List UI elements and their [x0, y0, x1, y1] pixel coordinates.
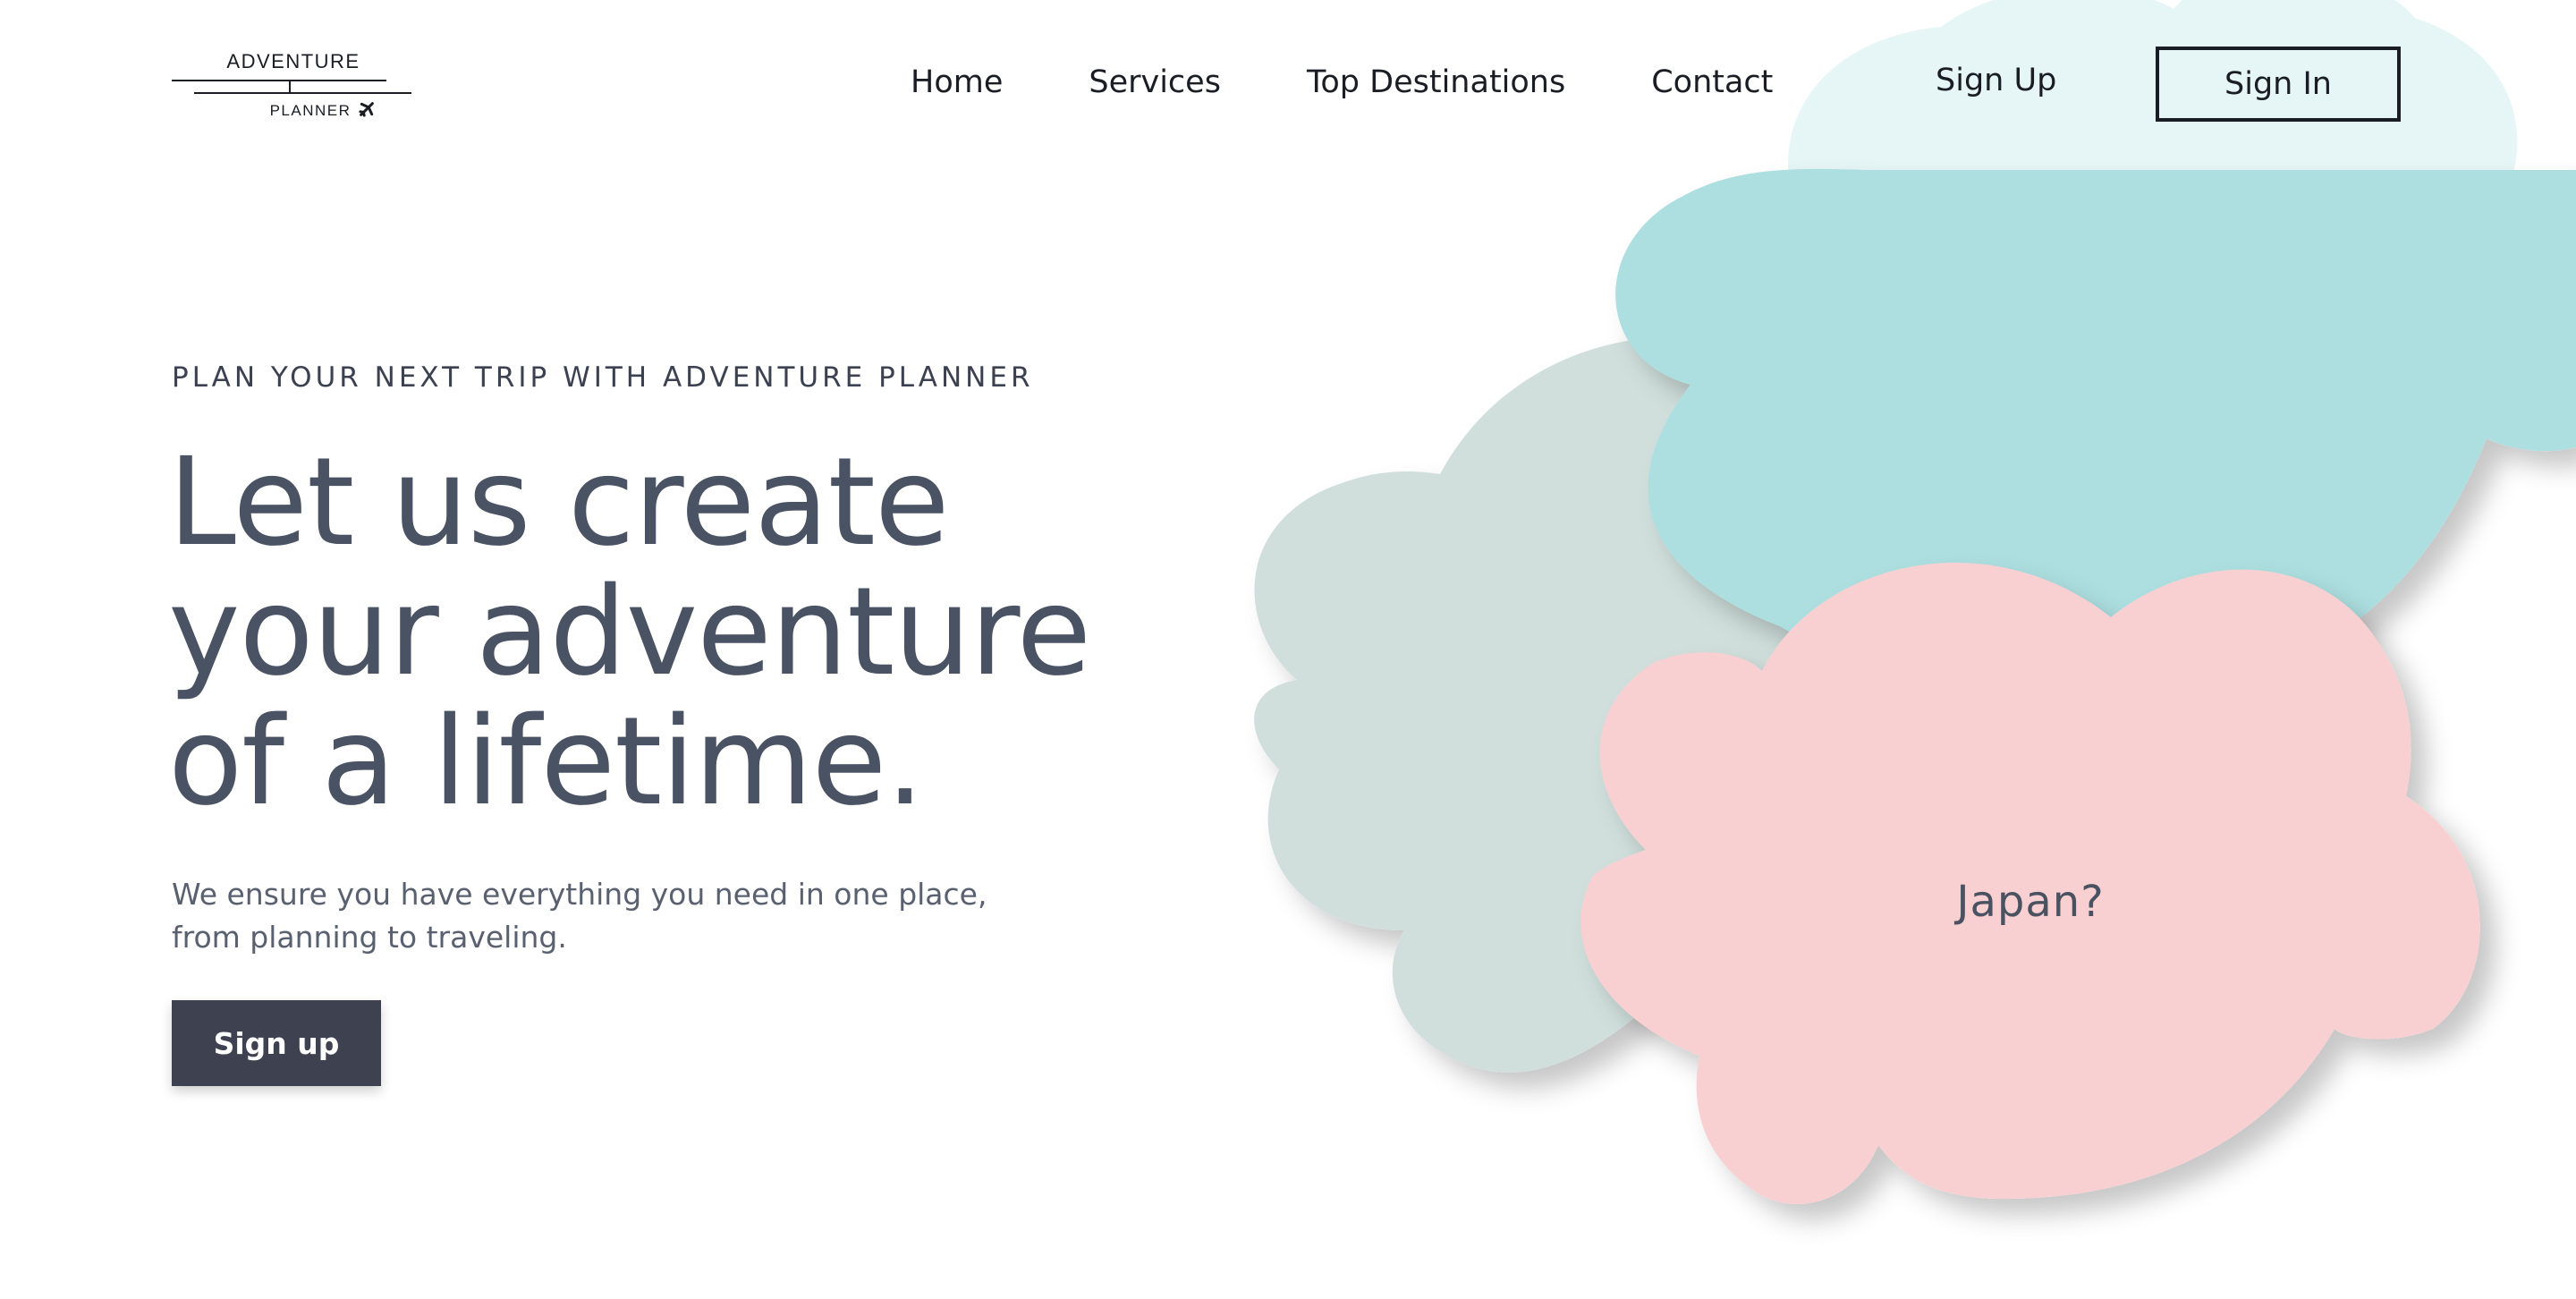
landing-page: Japan? ADVENTURE PLANNER Home Services T…: [0, 0, 2576, 1299]
hero-subtext: We ensure you have everything you need i…: [172, 873, 1066, 959]
headline-line-1: Let us create: [168, 432, 950, 573]
main-nav: Home Services Top Destinations Contact: [911, 64, 1773, 100]
pale-teal-cloud: [1788, 0, 2518, 215]
nav-home[interactable]: Home: [911, 64, 1003, 100]
sage-cloud: [1254, 336, 1955, 1073]
nav-contact[interactable]: Contact: [1651, 64, 1773, 100]
logo-top-text: ADVENTURE: [226, 50, 360, 72]
subtext-line-1: We ensure you have everything you need i…: [172, 877, 987, 912]
hero-headline: Let us create your adventure of a lifeti…: [168, 438, 1331, 828]
headline-line-2: your adventure: [168, 562, 1091, 703]
subtext-line-2: from planning to traveling.: [172, 920, 567, 955]
sign-in-button[interactable]: Sign In: [2156, 47, 2401, 122]
nav-services[interactable]: Services: [1089, 64, 1221, 100]
logo-bottom-text: PLANNER: [270, 102, 352, 119]
teal-cloud: [1615, 168, 2576, 691]
hero-eyebrow: PLAN YOUR NEXT TRIP WITH ADVENTURE PLANN…: [172, 361, 1034, 394]
plane-icon: [359, 102, 374, 117]
header-sign-up-link[interactable]: Sign Up: [1936, 63, 2056, 98]
nav-top-destinations[interactable]: Top Destinations: [1307, 64, 1565, 100]
cloud-label-japan: Japan?: [1956, 877, 2105, 927]
hero-sign-up-button[interactable]: Sign up: [172, 1000, 381, 1086]
headline-line-3: of a lifetime.: [168, 692, 925, 833]
logo[interactable]: ADVENTURE PLANNER: [172, 47, 415, 127]
